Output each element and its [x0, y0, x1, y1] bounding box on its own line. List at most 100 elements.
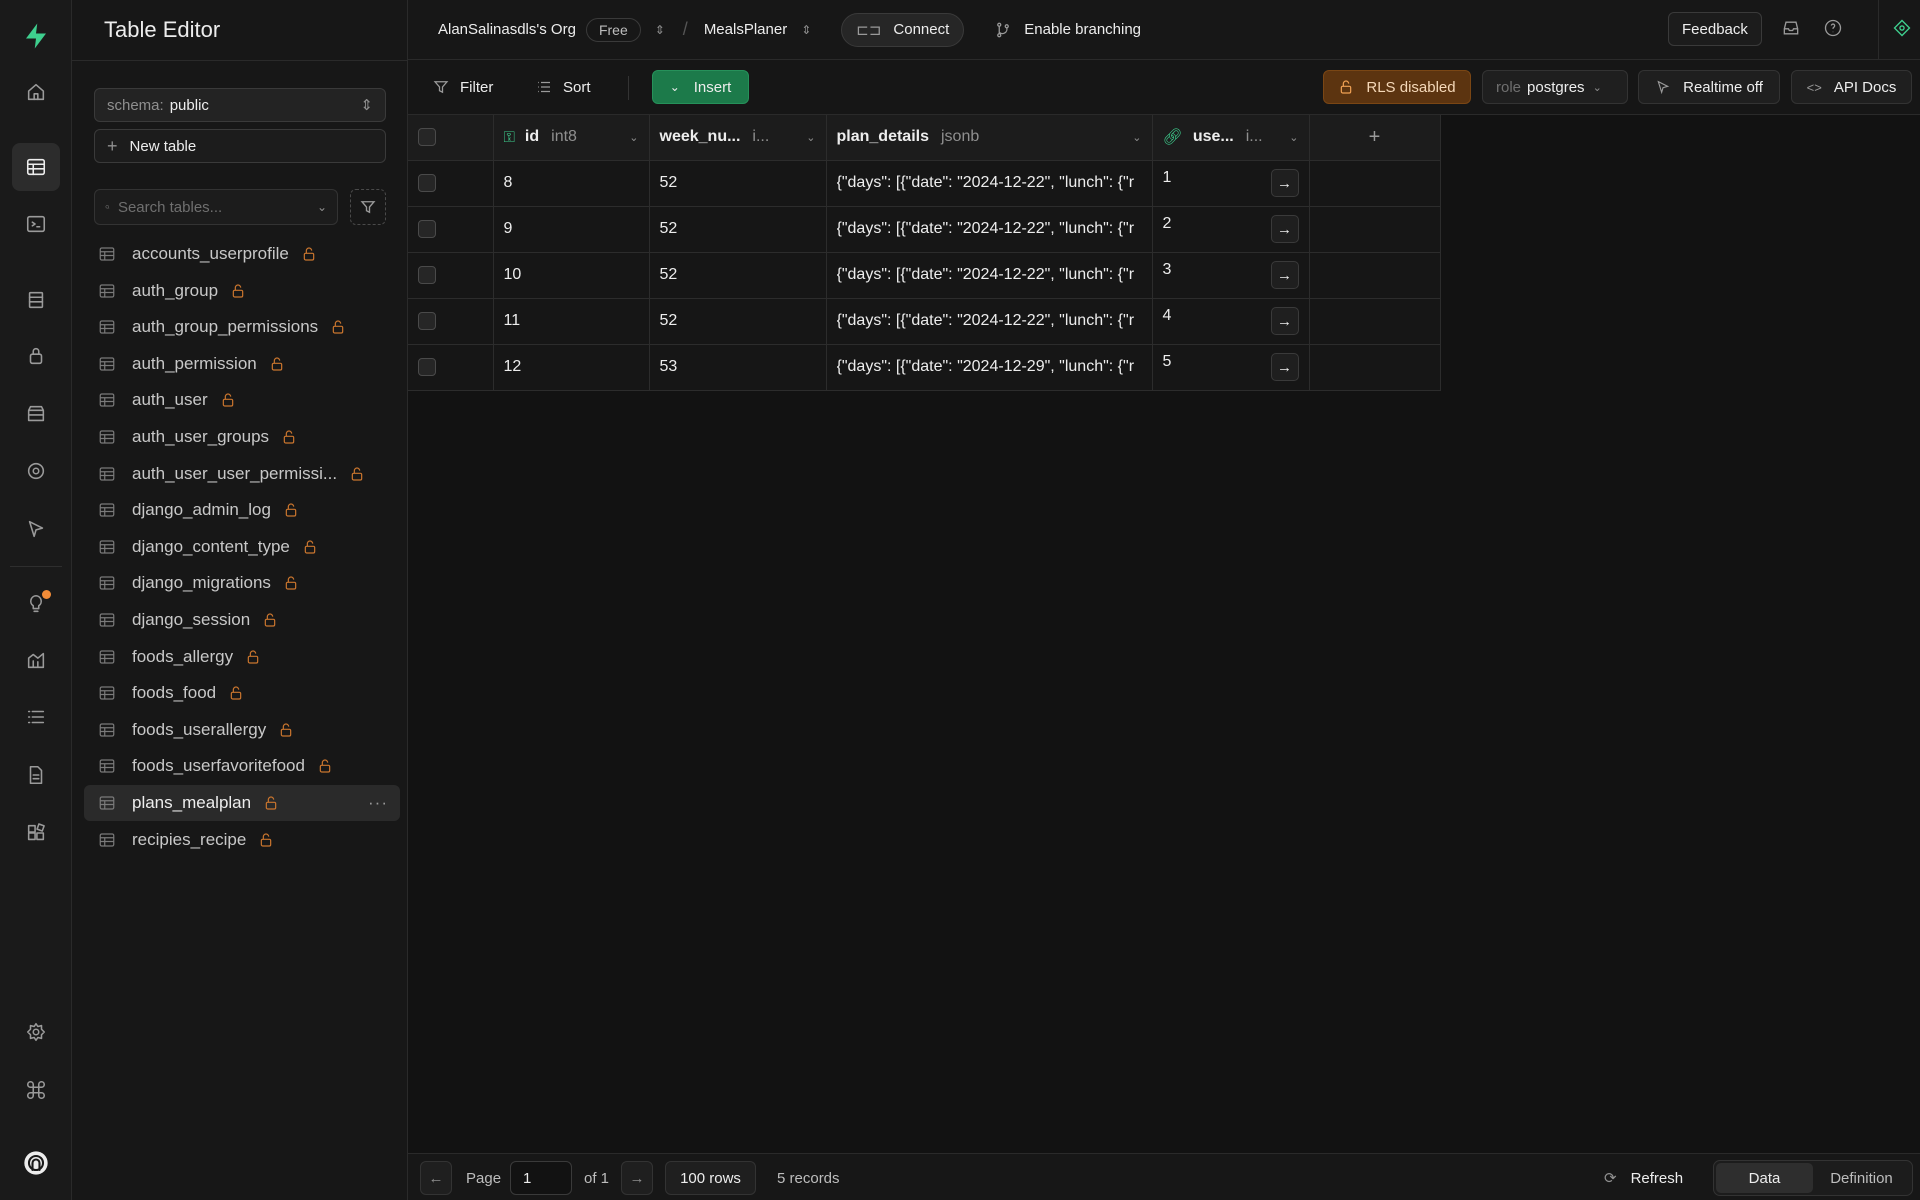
api-docs-icon[interactable] — [12, 751, 60, 799]
page-number-input[interactable] — [510, 1161, 572, 1195]
sidebar-table-item[interactable]: auth_user — [84, 382, 400, 418]
cell-week-number[interactable]: 52 — [649, 160, 827, 207]
table-row[interactable]: 10 52 {"days": [{"date": "2024-12-22", "lu… — [408, 252, 1441, 299]
table-row[interactable]: 9 52 {"days": [{"date": "2024-12-22", "lun… — [408, 206, 1441, 253]
cell-plan-details[interactable]: {"days": [{"date": "2024-12-22", "lunch"… — [826, 252, 1153, 299]
open-reference-arrow-icon[interactable]: → — [1270, 261, 1299, 289]
more-options-icon[interactable]: ··· — [368, 793, 388, 813]
row-checkbox[interactable] — [418, 173, 436, 192]
cell-week-number[interactable]: 53 — [649, 344, 827, 391]
help-icon[interactable] — [1823, 18, 1845, 40]
rls-disabled-button[interactable]: RLS disabled — [1323, 70, 1471, 104]
org-switcher-chevron-icon[interactable]: ⇕ — [655, 23, 665, 37]
cell-id[interactable]: 12 — [493, 344, 650, 391]
auth-lock-icon[interactable] — [12, 332, 60, 380]
prev-page-button[interactable]: ← — [420, 1161, 452, 1195]
cell-week-number[interactable]: 52 — [649, 206, 827, 253]
column-header-week-number[interactable]: week_nu... i... ⌄ — [649, 115, 827, 161]
database-icon[interactable] — [12, 276, 60, 324]
cell-user[interactable]: 2 → — [1152, 206, 1310, 253]
filter-tables-button[interactable] — [350, 189, 386, 225]
sidebar-table-item[interactable]: auth_group_permissions — [84, 309, 400, 345]
project-switcher-chevron-icon[interactable]: ⇕ — [801, 23, 811, 37]
sidebar-table-item[interactable]: foods_food — [84, 675, 400, 711]
sql-editor-icon[interactable] — [12, 200, 60, 248]
refresh-button[interactable]: ⟳ Refresh — [1604, 1161, 1683, 1195]
sidebar-table-item[interactable]: auth_user_groups — [84, 419, 400, 455]
row-checkbox[interactable] — [418, 357, 436, 376]
search-input[interactable] — [117, 198, 317, 216]
cell-plan-details[interactable]: {"days": [{"date": "2024-12-29", "lunch"… — [826, 344, 1153, 391]
inbox-icon[interactable] — [1781, 18, 1803, 40]
storage-icon[interactable] — [12, 390, 60, 438]
sidebar-table-item[interactable]: foods_userfavoritefood — [84, 748, 400, 784]
cell-plan-details[interactable]: {"days": [{"date": "2024-12-22", "lunch"… — [826, 298, 1153, 345]
role-selector[interactable]: role postgres ⌄ — [1482, 70, 1628, 104]
sidebar-table-item[interactable]: recipies_recipe — [84, 822, 400, 858]
chevron-down-icon[interactable]: ⌄ — [317, 200, 327, 214]
user-avatar-icon[interactable] — [12, 1139, 60, 1187]
sidebar-table-item[interactable]: auth_group — [84, 273, 400, 309]
open-reference-arrow-icon[interactable]: → — [1270, 215, 1299, 243]
schema-selector[interactable]: schema: public ⇕ — [94, 88, 386, 122]
sidebar-table-item[interactable]: django_content_type — [84, 529, 400, 565]
advisors-bulb-icon[interactable] — [12, 580, 60, 628]
table-row[interactable]: 12 53 {"days": [{"date": "2024-12-29", "lu… — [408, 344, 1441, 391]
feedback-button[interactable]: Feedback — [1668, 12, 1762, 46]
realtime-button[interactable]: Realtime off — [1638, 70, 1780, 104]
row-checkbox[interactable] — [418, 265, 436, 284]
insert-button[interactable]: ⌄ Insert — [652, 70, 749, 104]
chevron-down-icon[interactable]: ⌄ — [1132, 131, 1141, 144]
sort-button[interactable]: Sort — [535, 70, 591, 104]
sidebar-table-item[interactable]: foods_allergy — [84, 639, 400, 675]
table-row[interactable]: 8 52 {"days": [{"date": "2024-12-22", "lun… — [408, 160, 1441, 207]
cell-id[interactable]: 10 — [493, 252, 650, 299]
cell-id[interactable]: 8 — [493, 160, 650, 207]
chevron-down-icon[interactable]: ⌄ — [1289, 131, 1298, 144]
row-checkbox[interactable] — [418, 219, 436, 238]
supabase-logo-icon[interactable] — [12, 12, 60, 60]
cell-user[interactable]: 3 → — [1152, 252, 1310, 299]
row-checkbox[interactable] — [418, 311, 436, 330]
org-name[interactable]: AlanSalinasdls's Org — [438, 21, 576, 38]
integrations-icon[interactable] — [12, 809, 60, 857]
open-reference-arrow-icon[interactable]: → — [1270, 169, 1299, 197]
table-editor-icon[interactable] — [12, 143, 60, 191]
column-header-plan-details[interactable]: plan_details jsonb ⌄ — [826, 115, 1153, 161]
table-row[interactable]: 11 52 {"days": [{"date": "2024-12-22", "lu… — [408, 298, 1441, 345]
tab-data[interactable]: Data — [1716, 1163, 1813, 1193]
settings-gear-icon[interactable] — [12, 1008, 60, 1056]
cell-id[interactable]: 9 — [493, 206, 650, 253]
cell-week-number[interactable]: 52 — [649, 298, 827, 345]
api-docs-button[interactable]: <> API Docs — [1791, 70, 1912, 104]
logs-icon[interactable] — [12, 693, 60, 741]
open-reference-arrow-icon[interactable]: → — [1270, 307, 1299, 335]
new-table-button[interactable]: + New table — [94, 129, 386, 163]
realtime-icon[interactable] — [12, 447, 60, 495]
add-column-button[interactable]: + — [1309, 115, 1441, 161]
project-name[interactable]: MealsPlaner — [704, 21, 787, 38]
command-icon[interactable] — [12, 1066, 60, 1114]
sidebar-table-item[interactable]: django_session — [84, 602, 400, 638]
reports-icon[interactable] — [12, 636, 60, 684]
cell-week-number[interactable]: 52 — [649, 252, 827, 299]
cell-user[interactable]: 5 → — [1152, 344, 1310, 391]
sidebar-table-item[interactable]: plans_mealplan ··· — [84, 784, 400, 821]
home-icon[interactable] — [12, 68, 60, 116]
sidebar-table-item[interactable]: accounts_userprofile — [84, 236, 400, 272]
edge-functions-icon[interactable] — [12, 505, 60, 553]
chevron-down-icon[interactable]: ⌄ — [629, 131, 638, 144]
column-header-id[interactable]: ⚿ id int8 ⌄ — [493, 115, 650, 161]
filter-button[interactable]: Filter — [432, 70, 493, 104]
assistant-diamond-icon[interactable] — [1892, 18, 1914, 40]
cell-user[interactable]: 4 → — [1152, 298, 1310, 345]
rows-per-page-selector[interactable]: 100 rows — [665, 1161, 756, 1195]
column-header-user[interactable]: 🔗︎ use... i... ⌄ — [1152, 115, 1310, 161]
cell-plan-details[interactable]: {"days": [{"date": "2024-12-22", "lunch"… — [826, 206, 1153, 253]
cell-user[interactable]: 1 → — [1152, 160, 1310, 207]
next-page-button[interactable]: → — [621, 1161, 653, 1195]
cell-id[interactable]: 11 — [493, 298, 650, 345]
select-all-checkbox[interactable] — [418, 128, 436, 147]
sidebar-table-item[interactable]: foods_userallergy — [84, 712, 400, 748]
enable-branching-button[interactable]: Enable branching — [994, 21, 1141, 39]
